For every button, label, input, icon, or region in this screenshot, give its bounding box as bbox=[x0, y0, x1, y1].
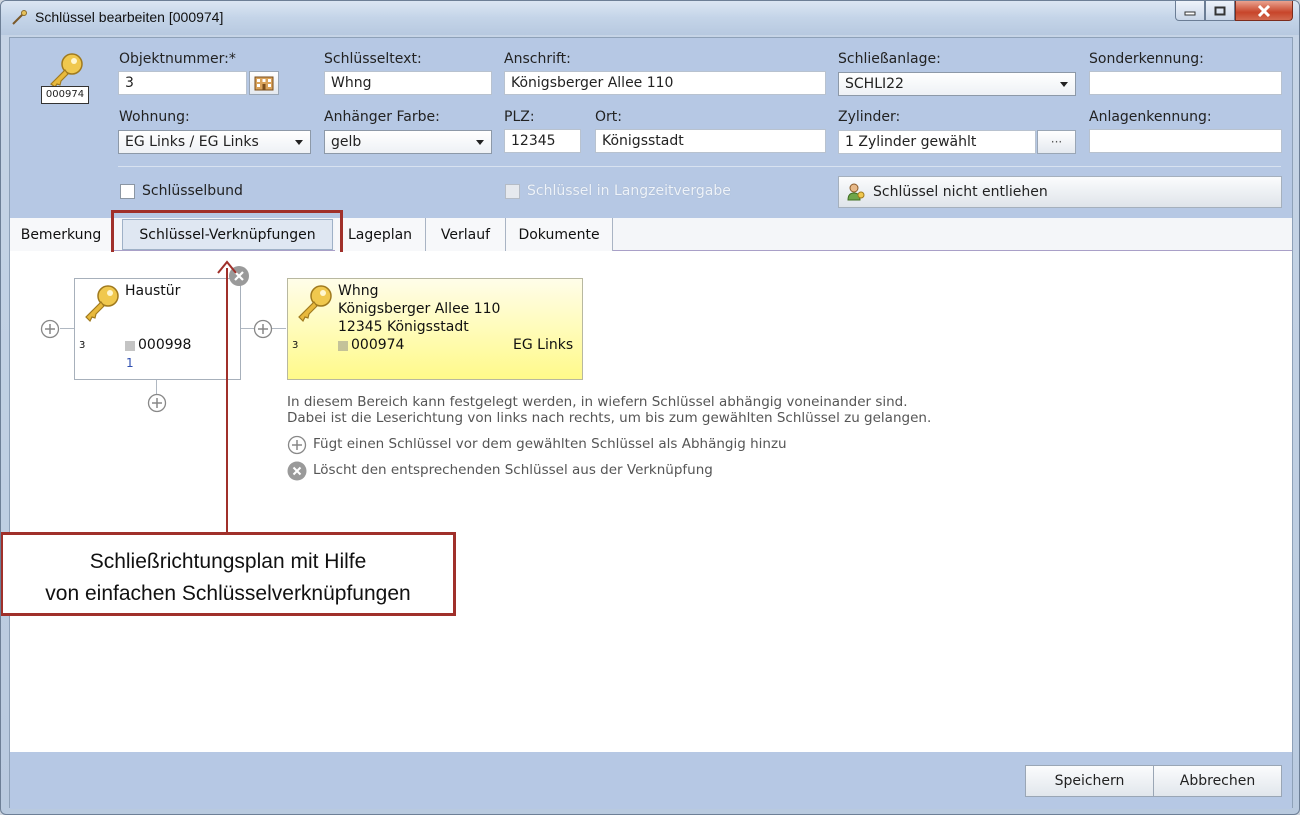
current-key-objekt: 3 bbox=[292, 340, 299, 351]
key-links-panel: Haustür 3 000998 1 Whng Königsberger All… bbox=[10, 252, 1292, 752]
langzeitvergabe-checkbox[interactable] bbox=[505, 184, 520, 199]
wohnung-value: EG Links / EG Links bbox=[125, 134, 259, 150]
window-controls bbox=[1175, 1, 1293, 21]
callout-pointer-line bbox=[226, 268, 228, 532]
add-icon bbox=[287, 435, 307, 455]
title-bar[interactable]: Schlüssel bearbeiten [000974] bbox=[1, 1, 1299, 35]
schluesselbund-label: Schlüsselbund bbox=[142, 183, 243, 199]
entleihen-button-label: Schlüssel nicht entliehen bbox=[873, 184, 1048, 200]
schluesseltext-label: Schlüsseltext: bbox=[324, 51, 422, 67]
current-key-code: 000974 bbox=[351, 337, 405, 353]
current-key-card[interactable]: Whng Königsberger Allee 110 12345 Königs… bbox=[287, 278, 583, 380]
maximize-icon bbox=[1214, 6, 1226, 15]
key-pen-icon bbox=[12, 10, 27, 25]
close-button[interactable] bbox=[1235, 1, 1293, 21]
chevron-down-icon bbox=[295, 140, 303, 145]
callout-line-2: von einfachen Schlüsselverknüpfungen bbox=[45, 582, 411, 605]
ort-input[interactable]: Königsstadt bbox=[595, 129, 826, 153]
save-button[interactable]: Speichern bbox=[1025, 765, 1154, 797]
user-key-icon bbox=[847, 183, 865, 201]
schliessanlage-value: SCHLI22 bbox=[845, 76, 904, 92]
key-icon bbox=[85, 285, 119, 322]
schliessanlage-label: Schließanlage: bbox=[838, 51, 941, 67]
barcode-icon bbox=[125, 341, 135, 351]
tab-lageplan[interactable]: Lageplan bbox=[335, 218, 426, 251]
anlagenkennung-label: Anlagenkennung: bbox=[1089, 109, 1212, 125]
key-form: 000974 Objektnummer:* Schlüsseltext: Ans… bbox=[10, 38, 1292, 218]
parent-key-objekt: 3 bbox=[79, 340, 86, 351]
parent-key-card[interactable]: Haustür 3 000998 1 bbox=[74, 278, 241, 380]
schliessanlage-select[interactable]: SCHLI22 bbox=[838, 72, 1076, 96]
anhaenger-farbe-select[interactable]: gelb bbox=[324, 130, 492, 154]
schluesselbund-checkbox[interactable] bbox=[120, 184, 135, 199]
minimize-icon bbox=[1184, 11, 1196, 15]
key-icon bbox=[50, 53, 83, 88]
chevron-down-icon bbox=[1060, 82, 1068, 87]
objektnummer-picker-button[interactable] bbox=[249, 71, 279, 95]
current-key-street: Königsberger Allee 110 bbox=[338, 301, 501, 317]
anschrift-input[interactable]: Königsberger Allee 110 bbox=[504, 71, 826, 95]
sonderkennung-input[interactable] bbox=[1089, 71, 1282, 95]
zylinder-label: Zylinder: bbox=[838, 109, 901, 125]
entleihen-button[interactable]: Schlüssel nicht entliehen bbox=[838, 176, 1282, 208]
objektnummer-input[interactable]: 3 bbox=[118, 71, 247, 95]
close-icon bbox=[1257, 4, 1271, 17]
barcode-icon bbox=[338, 341, 348, 351]
building-icon bbox=[254, 76, 274, 91]
minimize-button[interactable] bbox=[1175, 1, 1205, 21]
hint-line-1: In diesem Bereich kann festgelegt werden… bbox=[287, 394, 908, 410]
tab-bemerkung[interactable]: Bemerkung bbox=[10, 218, 113, 251]
add-key-below-icon[interactable] bbox=[147, 393, 167, 413]
tab-verlauf[interactable]: Verlauf bbox=[426, 218, 506, 251]
anlagenkennung-input[interactable] bbox=[1089, 129, 1282, 153]
wohnung-label: Wohnung: bbox=[119, 109, 190, 125]
ort-label: Ort: bbox=[595, 109, 622, 125]
parent-key-count[interactable]: 1 bbox=[126, 356, 134, 370]
form-divider bbox=[118, 166, 1281, 167]
window-title: Schlüssel bearbeiten [000974] bbox=[35, 9, 224, 25]
parent-key-code: 000998 bbox=[138, 337, 192, 353]
maximize-button[interactable] bbox=[1205, 1, 1235, 21]
chevron-down-icon bbox=[476, 140, 484, 145]
add-key-between-icon[interactable] bbox=[253, 319, 273, 339]
sonderkennung-label: Sonderkennung: bbox=[1089, 51, 1204, 67]
parent-key-name: Haustür bbox=[125, 283, 181, 299]
anschrift-label: Anschrift: bbox=[504, 51, 571, 67]
hint-delete: Löscht den entsprechenden Schlüssel aus … bbox=[313, 462, 713, 478]
hint-add: Fügt einen Schlüssel vor dem gewählten S… bbox=[313, 436, 787, 452]
plz-input[interactable]: 12345 bbox=[504, 129, 581, 153]
current-key-wohnung: EG Links bbox=[513, 337, 574, 353]
anhaenger-farbe-value: gelb bbox=[331, 134, 362, 150]
zylinder-input[interactable]: 1 Zylinder gewählt bbox=[838, 130, 1036, 154]
schluesseltext-input[interactable]: Whng bbox=[324, 71, 492, 95]
hint-line-2: Dabei ist die Leserichtung von links nac… bbox=[287, 410, 932, 426]
delete-icon bbox=[287, 461, 307, 481]
dialog-footer: Speichern Abbrechen bbox=[10, 752, 1292, 809]
add-key-before-icon[interactable] bbox=[40, 319, 60, 339]
annotation-callout: Schließrichtungsplan mit Hilfe von einfa… bbox=[1, 532, 456, 616]
dialog-body: 000974 Objektnummer:* Schlüsseltext: Ans… bbox=[1, 37, 1293, 809]
plz-label: PLZ: bbox=[504, 109, 535, 125]
zylinder-more-button[interactable]: ··· bbox=[1037, 130, 1076, 154]
key-icon bbox=[298, 285, 332, 322]
anhaenger-farbe-label: Anhänger Farbe: bbox=[324, 109, 440, 125]
tab-dokumente[interactable]: Dokumente bbox=[506, 218, 613, 251]
key-number-badge: 000974 bbox=[41, 86, 89, 104]
callout-arrow-icon bbox=[217, 260, 237, 274]
cancel-button[interactable]: Abbrechen bbox=[1153, 765, 1282, 797]
objektnummer-label: Objektnummer:* bbox=[119, 51, 236, 67]
callout-line-1: Schließrichtungsplan mit Hilfe bbox=[89, 550, 367, 573]
connector-line bbox=[60, 328, 74, 329]
wohnung-select[interactable]: EG Links / EG Links bbox=[118, 130, 311, 154]
dialog-window: Schlüssel bearbeiten [000974] 000974 Obj… bbox=[0, 0, 1300, 815]
current-key-name: Whng bbox=[338, 283, 379, 299]
current-key-city: 12345 Königsstadt bbox=[338, 319, 469, 335]
langzeitvergabe-label: Schlüssel in Langzeitvergabe bbox=[527, 183, 731, 199]
